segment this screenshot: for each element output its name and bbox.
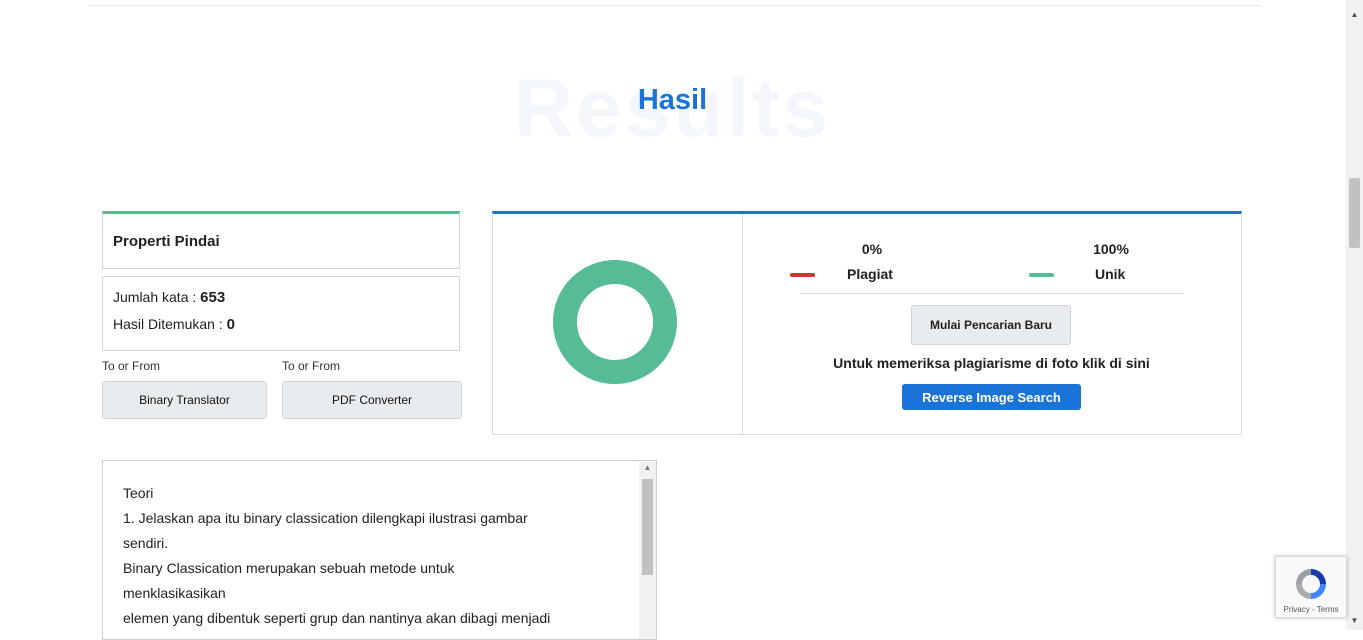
results-found-row: Hasil Ditemukan : 0 (113, 316, 235, 333)
text-line: 1. Jelaskan apa itu binary classication … (123, 510, 528, 526)
plagiarism-label: Plagiat (847, 266, 893, 282)
result-donut-chart (553, 260, 677, 384)
donut-unique-arc (553, 260, 677, 384)
scan-stats: Jumlah kata : 653 Hasil Ditemukan : 0 (102, 276, 460, 351)
text-line: Binary Classication merupakan sebuah met… (123, 560, 455, 576)
word-count-row: Jumlah kata : 653 (113, 289, 225, 306)
top-divider (90, 5, 1260, 6)
unique-label: Unik (1095, 266, 1126, 282)
binary-translator-button[interactable]: Binary Translator (102, 381, 267, 419)
new-search-button[interactable]: Mulai Pencarian Baru (911, 305, 1071, 345)
privacy-link[interactable]: Privacy (1284, 605, 1310, 614)
unique-percent: 100% (1093, 241, 1129, 257)
recaptcha-logo-icon (1296, 569, 1326, 599)
panel-divider (742, 214, 743, 435)
text-line: elemen yang dibentuk seperti grup dan na… (123, 610, 551, 626)
text-scrollbar[interactable]: ▲ (639, 461, 656, 639)
tool-label-pdf: To or From (282, 359, 341, 373)
scan-properties-header: Properti Pindai (102, 211, 460, 269)
text-line: sendiri. (123, 535, 169, 551)
plagiarism-swatch (790, 273, 815, 277)
page-scroll-down-icon[interactable]: ▼ (1346, 612, 1363, 629)
page-scroll-up-icon[interactable]: ▲ (1346, 6, 1363, 23)
text-input-area[interactable]: Teori 1. Jelaskan apa itu binary classic… (102, 460, 657, 640)
plagiarism-percent: 0% (861, 241, 883, 257)
text-content: Teori 1. Jelaskan apa itu binary classic… (123, 481, 628, 631)
text-scrollbar-thumb[interactable] (642, 479, 653, 575)
tool-label-binary: To or From (102, 359, 161, 373)
image-check-text: Untuk memeriksa plagiarisme di foto klik… (833, 355, 1150, 371)
scroll-up-icon[interactable]: ▲ (639, 463, 656, 472)
reverse-image-search-button[interactable]: Reverse Image Search (902, 384, 1081, 410)
page-scrollbar[interactable]: ▲ ▼ (1346, 0, 1363, 630)
link-separator: - (1309, 605, 1317, 614)
terms-link[interactable]: Terms (1317, 605, 1339, 614)
scan-properties-title: Properti Pindai (113, 233, 220, 250)
page-scrollbar-thumb[interactable] (1349, 178, 1360, 248)
text-line: menklasikasikan (123, 585, 226, 601)
result-panel: 0% Plagiat 100% Unik Mulai Pencarian Bar… (492, 211, 1242, 435)
recaptcha-badge[interactable]: Privacy - Terms (1275, 556, 1347, 618)
word-count-label: Jumlah kata : (113, 289, 197, 305)
legend-divider (800, 293, 1183, 294)
unique-swatch (1029, 273, 1054, 277)
pdf-converter-button[interactable]: PDF Converter (282, 381, 462, 419)
results-found-value: 0 (226, 316, 235, 333)
text-line: Teori (123, 485, 154, 501)
word-count-value: 653 (200, 289, 226, 306)
page-title: Hasil (637, 84, 708, 116)
results-found-label: Hasil Ditemukan : (113, 316, 223, 332)
recaptcha-links: Privacy - Terms (1276, 605, 1346, 614)
